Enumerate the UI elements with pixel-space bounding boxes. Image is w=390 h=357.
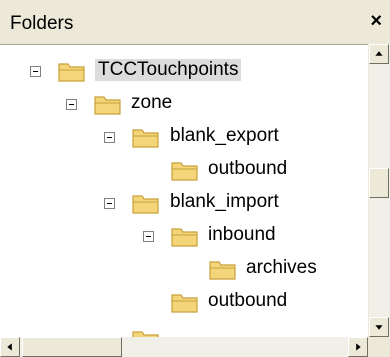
- tree-node-label: inbound: [208, 224, 276, 245]
- scroll-up-button[interactable]: [369, 44, 389, 64]
- folders-panel: Folders × TCCTouchpoints zone blank_expo…: [0, 0, 390, 357]
- tree-node-outbound-export[interactable]: outbound: [0, 156, 360, 186]
- collapse-toggle[interactable]: [143, 231, 154, 242]
- tree-node-blank-export[interactable]: blank_export: [0, 123, 360, 153]
- tree-node-label: zone: [131, 92, 173, 113]
- vertical-scrollbar[interactable]: [368, 44, 390, 337]
- folder-icon: [209, 261, 236, 280]
- collapse-toggle[interactable]: [104, 132, 115, 143]
- tree-node-label: blank_export: [170, 125, 279, 146]
- tree-node-inbound[interactable]: inbound: [0, 222, 360, 252]
- folder-open-icon: [132, 129, 159, 148]
- folder-open-icon: [94, 96, 121, 115]
- collapse-toggle[interactable]: [104, 198, 115, 209]
- collapse-toggle[interactable]: [30, 66, 41, 77]
- tree-node-outbound-import[interactable]: outbound: [0, 288, 360, 318]
- scroll-down-button[interactable]: [369, 317, 389, 337]
- folder-open-icon: [132, 195, 159, 214]
- scroll-right-button[interactable]: [348, 337, 368, 357]
- folder-icon: [171, 162, 198, 181]
- collapse-toggle[interactable]: [66, 99, 77, 110]
- tree-node-label: blank_import: [170, 191, 279, 212]
- folder-icon: [171, 294, 198, 313]
- folder-open-icon: [171, 228, 198, 247]
- tree-node-label: archives: [246, 257, 317, 278]
- tree-node-blank-import[interactable]: blank_import: [0, 189, 360, 219]
- close-icon[interactable]: ×: [370, 11, 382, 31]
- horizontal-scrollbar[interactable]: [0, 337, 368, 357]
- tree-node-label: outbound: [208, 290, 288, 311]
- tree-node-zone[interactable]: zone: [0, 90, 360, 120]
- scrollbar-corner: [368, 337, 390, 357]
- folder-tree: TCCTouchpoints zone blank_export outboun…: [0, 44, 368, 338]
- folder-open-icon: [58, 63, 85, 82]
- tree-node-label: TCCTouchpoints: [95, 59, 242, 81]
- panel-header: Folders ×: [0, 0, 390, 44]
- triangle-up-icon: [375, 51, 383, 56]
- tree-node-label: outbound: [208, 158, 288, 179]
- scroll-left-button[interactable]: [0, 337, 20, 357]
- triangle-left-icon: [7, 343, 12, 351]
- tree-node-tcctouchpoints[interactable]: TCCTouchpoints: [0, 57, 360, 87]
- tree-node-archives[interactable]: archives: [0, 255, 360, 285]
- vertical-scroll-thumb[interactable]: [369, 168, 389, 198]
- panel-title: Folders: [10, 13, 74, 34]
- triangle-down-icon: [375, 325, 383, 330]
- horizontal-scroll-thumb[interactable]: [22, 337, 122, 357]
- triangle-right-icon: [356, 343, 361, 351]
